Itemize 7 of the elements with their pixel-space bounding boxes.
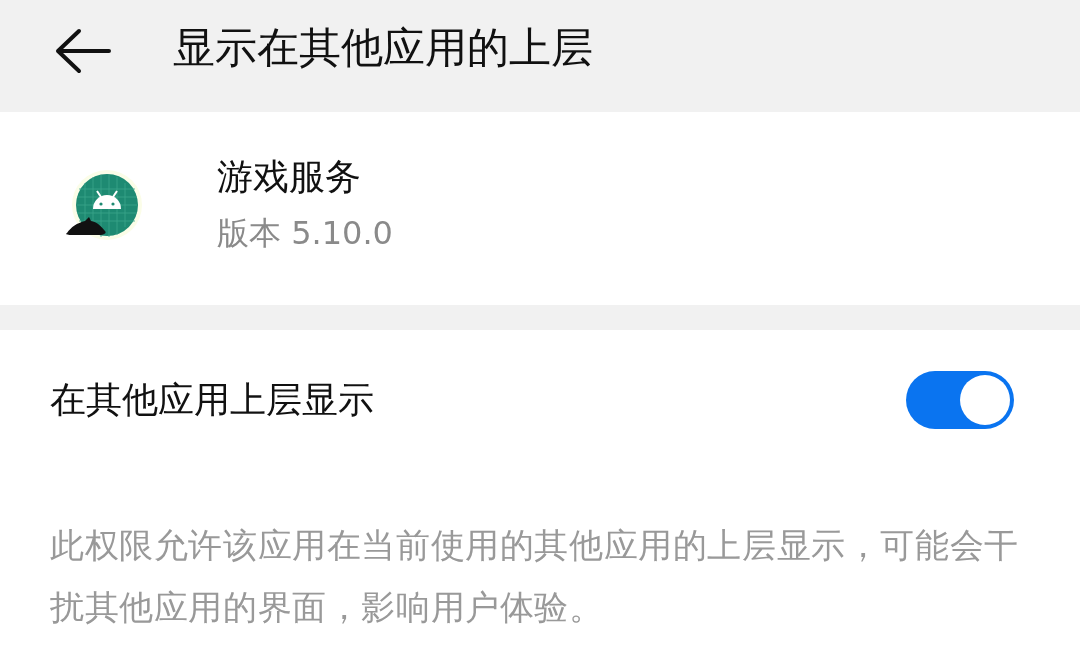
app-version: 版本 5.10.0 — [217, 213, 393, 254]
permission-description: 此权限允许该应用在当前使用的其他应用的上层显示，可能会干扰其他应用的界面，影响用户体验。 — [50, 524, 1020, 629]
setting-label: 在其他应用上层显示 — [50, 377, 374, 422]
toggle-switch[interactable] — [906, 371, 1014, 429]
page-title: 显示在其他应用的上层 — [173, 22, 593, 74]
back-arrow-icon[interactable] — [55, 28, 111, 74]
app-name: 游戏服务 — [217, 155, 362, 199]
